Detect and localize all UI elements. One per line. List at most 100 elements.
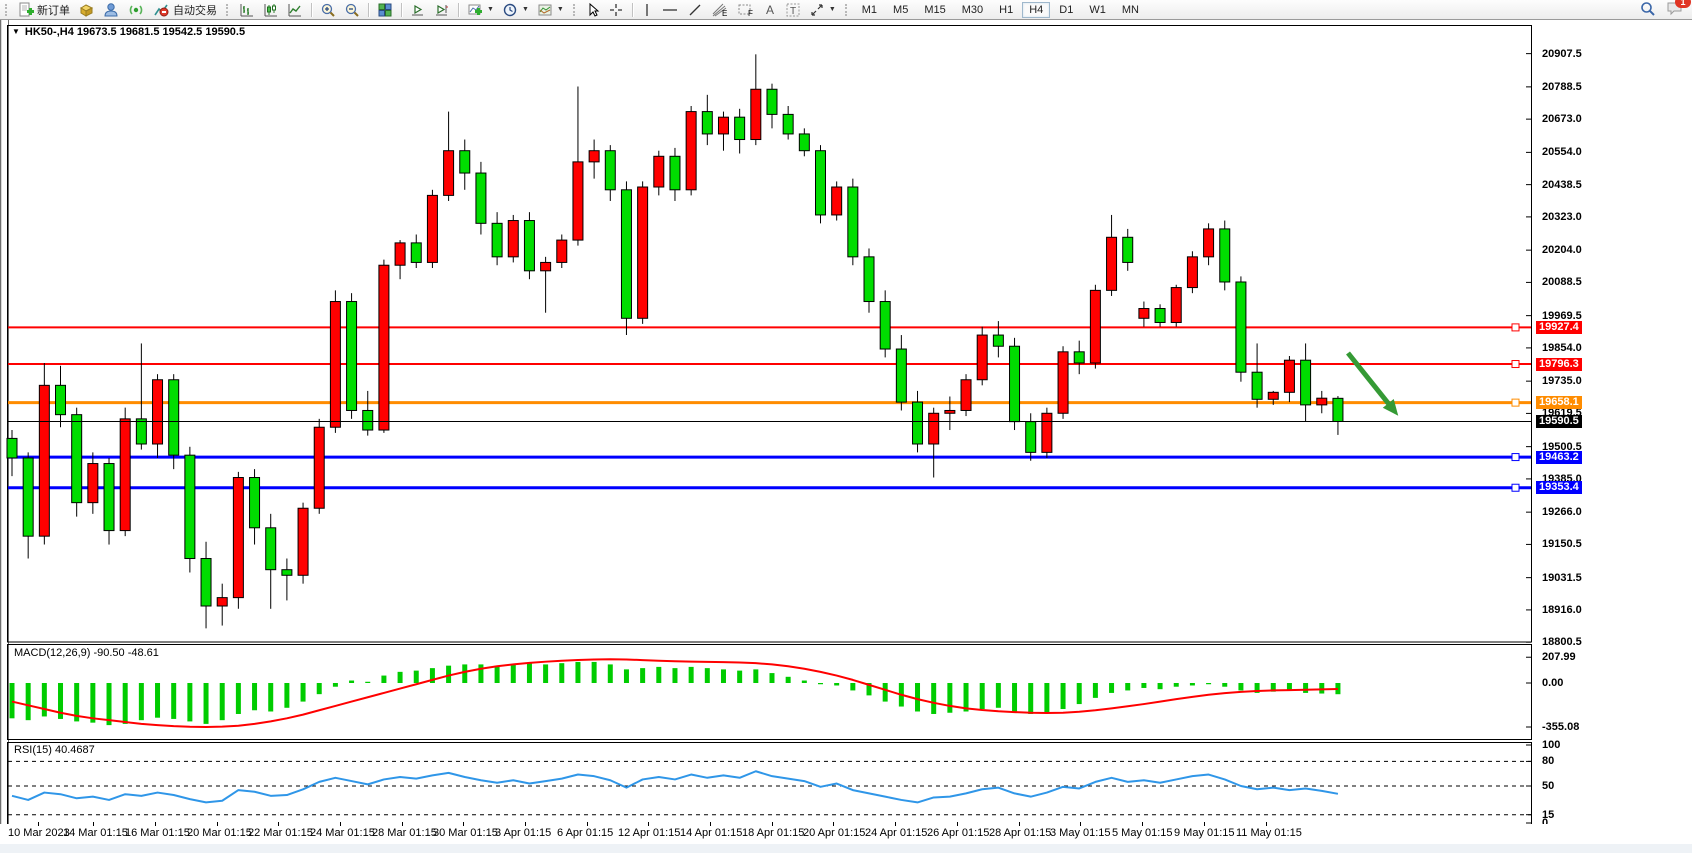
macd-panel[interactable] bbox=[0, 644, 1534, 740]
annotation-arrow[interactable] bbox=[1348, 353, 1392, 408]
line-chart-button[interactable] bbox=[283, 0, 307, 20]
time-axis[interactable]: 10 Mar 202314 Mar 01:1516 Mar 01:1520 Ma… bbox=[0, 824, 1692, 844]
candle bbox=[444, 151, 454, 196]
price-axis[interactable]: 20907.520788.520673.020554.020438.520323… bbox=[1534, 20, 1692, 853]
bar-chart-button[interactable] bbox=[235, 0, 259, 20]
candle bbox=[832, 187, 842, 215]
candle bbox=[735, 117, 745, 139]
timeframe-m5[interactable]: M5 bbox=[886, 2, 915, 18]
autotrade-button[interactable]: 自动交易 bbox=[149, 0, 221, 20]
timeframe-w1[interactable]: W1 bbox=[1082, 2, 1113, 18]
time-tick bbox=[895, 822, 896, 826]
macd-bar bbox=[204, 683, 209, 724]
chart-window[interactable]: ▼HK50-,H4 19673.5 19681.5 19542.5 19590.… bbox=[0, 19, 1692, 853]
candle bbox=[153, 380, 163, 444]
timeframe-m1[interactable]: M1 bbox=[855, 2, 884, 18]
horizontal-line-button[interactable] bbox=[657, 0, 683, 20]
auto-scroll-button[interactable] bbox=[406, 0, 430, 20]
price-line-chip: 19658.1 bbox=[1536, 396, 1582, 409]
toolbar-separator bbox=[458, 3, 459, 17]
periods-button[interactable]: ▼ bbox=[498, 0, 533, 20]
time-tick bbox=[772, 822, 773, 826]
candle bbox=[508, 221, 518, 257]
time-axis-label: 28 Apr 01:15 bbox=[989, 827, 1051, 839]
candle bbox=[7, 438, 17, 458]
chart-title-collapse-icon[interactable]: ▼ bbox=[12, 27, 20, 36]
candle bbox=[864, 257, 874, 302]
timeframe-m30[interactable]: M30 bbox=[955, 2, 990, 18]
macd-bar bbox=[90, 683, 95, 723]
zoom-out-button[interactable] bbox=[340, 0, 364, 20]
new-order-icon bbox=[18, 2, 34, 18]
price-tick-label: 19854.0 bbox=[1542, 342, 1582, 354]
candle bbox=[605, 151, 615, 190]
hline-handle[interactable] bbox=[1512, 399, 1519, 406]
zoom-in-button[interactable] bbox=[316, 0, 340, 20]
timeframe-d1[interactable]: D1 bbox=[1052, 2, 1080, 18]
hline-handle[interactable] bbox=[1512, 361, 1519, 368]
candle bbox=[347, 302, 357, 411]
hline-handle[interactable] bbox=[1512, 454, 1519, 461]
vertical-line-button[interactable] bbox=[637, 0, 657, 20]
time-axis-label: 24 Apr 01:15 bbox=[865, 827, 927, 839]
timeframe-mn[interactable]: MN bbox=[1115, 2, 1146, 18]
navigator-button[interactable] bbox=[99, 0, 124, 20]
crosshair-button[interactable] bbox=[604, 0, 628, 20]
macd-bar bbox=[495, 666, 500, 683]
candle bbox=[670, 156, 680, 190]
text-label-button[interactable]: T bbox=[781, 0, 805, 20]
candle bbox=[961, 380, 971, 411]
search-icon[interactable] bbox=[1639, 0, 1656, 20]
hline-handle[interactable] bbox=[1512, 324, 1519, 331]
tile-windows-button[interactable] bbox=[373, 0, 397, 20]
main-chart-panel[interactable] bbox=[0, 25, 1534, 643]
notifications-button[interactable]: 1 bbox=[1666, 0, 1684, 19]
fibo-fan-button[interactable]: F bbox=[733, 0, 759, 20]
macd-bar bbox=[592, 662, 597, 683]
indicators-button[interactable]: ▼ bbox=[463, 0, 498, 20]
hline-handle[interactable] bbox=[1512, 484, 1519, 491]
svg-text:E: E bbox=[722, 9, 727, 18]
timeframe-m15[interactable]: M15 bbox=[917, 2, 952, 18]
market-watch-button[interactable] bbox=[74, 0, 99, 20]
arrows-button[interactable]: ▼ bbox=[805, 0, 840, 20]
macd-bar bbox=[1061, 683, 1066, 709]
rsi-panel[interactable] bbox=[0, 742, 1534, 825]
time-tick bbox=[648, 822, 649, 826]
cursor-button[interactable] bbox=[582, 0, 604, 20]
macd-bar bbox=[1093, 683, 1098, 698]
candle bbox=[1107, 237, 1117, 290]
candle bbox=[282, 570, 292, 576]
macd-bar bbox=[996, 683, 1001, 708]
candlestick-chart-button[interactable] bbox=[259, 0, 283, 20]
text-button[interactable]: A bbox=[759, 0, 781, 20]
toolbar-grip bbox=[845, 4, 850, 16]
templates-button[interactable]: ▼ bbox=[533, 0, 568, 20]
macd-bar bbox=[931, 683, 936, 714]
text-label-icon: T bbox=[785, 2, 801, 18]
trendline-button[interactable] bbox=[683, 0, 707, 20]
candle bbox=[702, 112, 712, 134]
macd-bar bbox=[543, 664, 548, 683]
time-axis-label: 5 May 01:15 bbox=[1112, 827, 1173, 839]
toolbar-separator bbox=[401, 3, 402, 17]
price-line-chip: 19927.4 bbox=[1536, 321, 1582, 334]
macd-bar bbox=[705, 668, 710, 683]
candle bbox=[72, 415, 82, 503]
signals-button[interactable] bbox=[124, 0, 149, 20]
candle bbox=[1171, 288, 1181, 323]
candle bbox=[686, 112, 696, 190]
price-tick-label: 20554.0 bbox=[1542, 146, 1582, 158]
timeframe-h1[interactable]: H1 bbox=[992, 2, 1020, 18]
macd-bar bbox=[915, 683, 920, 712]
chart-shift-button[interactable] bbox=[430, 0, 454, 20]
new-order-button[interactable]: 新订单 bbox=[14, 0, 74, 20]
candle bbox=[1058, 352, 1068, 413]
toolbar-separator bbox=[632, 3, 633, 17]
price-tick-label: 19969.5 bbox=[1542, 310, 1582, 322]
fibo-retracement-button[interactable]: E bbox=[707, 0, 733, 20]
timeframe-h4[interactable]: H4 bbox=[1022, 2, 1050, 18]
macd-bar bbox=[414, 671, 419, 683]
macd-bar bbox=[1028, 683, 1033, 714]
candle bbox=[217, 598, 227, 606]
